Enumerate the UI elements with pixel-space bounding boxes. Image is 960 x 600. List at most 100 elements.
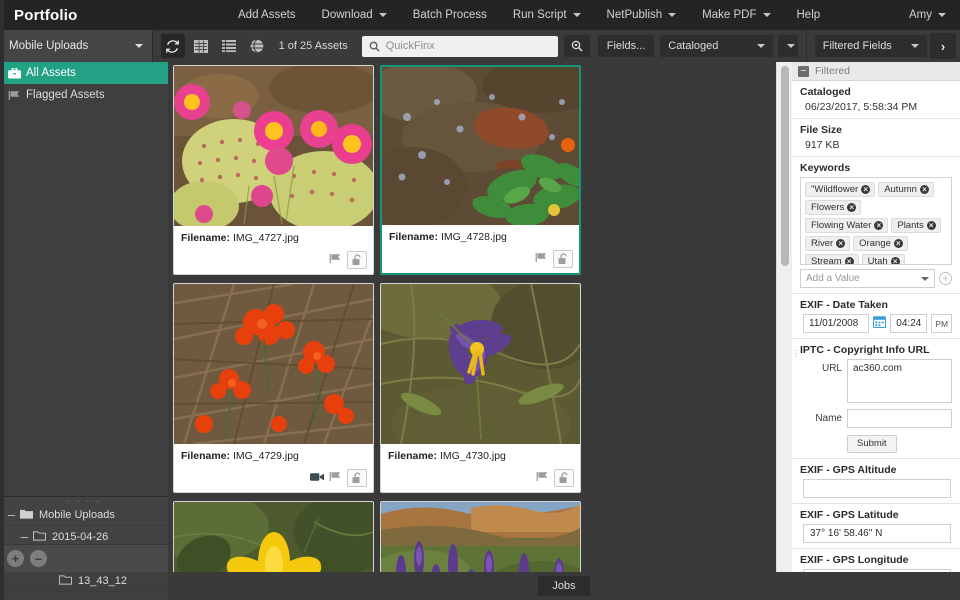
chevron-down-icon (378, 13, 387, 17)
asset-card[interactable]: Filename: IMG_4730.jpg (380, 283, 581, 493)
grid-scrollbar[interactable] (776, 62, 792, 572)
collapse-toggle-icon[interactable]: − (798, 65, 809, 77)
search-input[interactable]: QuickFinx (361, 35, 558, 57)
add-keyword-button[interactable]: + (939, 272, 952, 285)
refresh-icon[interactable] (160, 34, 185, 58)
field-gps-altitude: EXIF - GPS Altitude (792, 459, 960, 504)
sidebar-item-flagged-assets[interactable]: Flagged Assets (0, 84, 168, 106)
collapse-toggle-icon[interactable] (45, 575, 56, 586)
asset-thumbnail[interactable] (174, 502, 373, 572)
asset-thumbnail[interactable] (381, 284, 580, 444)
unlock-icon[interactable] (554, 468, 574, 487)
sort-field-select[interactable]: Cataloged (660, 35, 774, 57)
menu-item-netpublish[interactable]: NetPublish (594, 0, 690, 30)
close-icon[interactable]: × (836, 239, 846, 248)
menu-item-download[interactable]: Download (309, 0, 400, 30)
keyword-chip[interactable]: Flowing Water × (805, 218, 889, 233)
keyword-chip[interactable]: Orange × (853, 236, 908, 251)
menu-item-help[interactable]: Help (784, 0, 834, 30)
name-input[interactable] (847, 409, 952, 428)
panel-resize-handle[interactable]: ⋮ (792, 350, 800, 368)
menu-item-make-pdf[interactable]: Make PDF (689, 0, 783, 30)
video-camera-icon[interactable] (310, 469, 324, 487)
menu-item-add-assets[interactable]: Add Assets (225, 0, 309, 30)
close-icon[interactable]: × (847, 203, 857, 212)
chevron-down-icon[interactable] (921, 276, 929, 281)
flag-icon[interactable] (535, 250, 548, 268)
tree-row[interactable]: – Mobile Uploads (0, 504, 168, 526)
asset-card[interactable]: Filename: IMG_4729.jpg (173, 283, 374, 493)
add-folder-button[interactable]: + (7, 550, 24, 567)
tree-row-label: 13_43_12 (78, 574, 127, 587)
close-icon[interactable]: × (893, 239, 903, 248)
panel-expand-button[interactable]: › (930, 33, 957, 59)
asset-card[interactable]: Filename: IMG_4732.jpg (380, 501, 581, 572)
globe-icon[interactable] (245, 34, 269, 58)
catalog-selector[interactable]: Mobile Uploads (0, 30, 153, 62)
top-menu-bar: Portfolio Add Assets Download Batch Proc… (0, 0, 960, 30)
gps-altitude-input[interactable] (803, 478, 951, 498)
fields-button[interactable]: Fields... (597, 35, 655, 57)
view-toolbar: 1 of 25 Assets (153, 30, 348, 62)
flag-icon[interactable] (536, 469, 549, 487)
keyword-label: Utah (867, 256, 888, 265)
asset-thumbnail[interactable] (381, 502, 580, 572)
grid-view-icon[interactable] (189, 34, 213, 58)
asset-grid[interactable]: Filename: IMG_4727.jpg Filename: IMG_472… (168, 62, 792, 572)
time-input[interactable]: 04:24 (890, 314, 928, 333)
asset-card[interactable]: Filename: IMG_4728.jpg (380, 65, 581, 275)
keyword-chip[interactable]: Flowers × (805, 200, 862, 215)
asset-thumbnail[interactable] (174, 66, 373, 226)
menu-item-batch-process[interactable]: Batch Process (400, 0, 500, 30)
window-left-edge (0, 0, 4, 600)
close-icon[interactable]: × (919, 185, 929, 194)
sidebar-item-all-assets[interactable]: All Assets (0, 62, 168, 84)
gps-latitude-input[interactable]: 37° 16' 58.46" N (803, 523, 951, 543)
flag-icon[interactable] (329, 469, 342, 487)
add-keyword-input[interactable]: Add a Value (800, 269, 935, 288)
url-row: URL ac360.com (800, 359, 952, 403)
user-menu[interactable]: Amy (909, 9, 960, 21)
sort-direction-button[interactable] (778, 35, 798, 57)
collapse-toggle-icon[interactable]: – (6, 508, 17, 521)
keyword-chip[interactable]: Utah × (861, 254, 905, 265)
search-submit-button[interactable] (563, 35, 590, 57)
meridiem-toggle[interactable]: PM (931, 314, 952, 333)
jobs-button[interactable]: Jobs (538, 576, 590, 596)
asset-thumbnail[interactable] (382, 67, 579, 225)
submit-button[interactable]: Submit (847, 434, 897, 453)
grid-scrollbar-thumb[interactable] (781, 66, 789, 266)
keyword-chip[interactable]: River × (805, 236, 851, 251)
remove-folder-button[interactable]: – (30, 550, 47, 567)
menu-item-run-script[interactable]: Run Script (500, 0, 594, 30)
close-icon[interactable]: × (874, 221, 884, 230)
asset-card[interactable]: Filename: IMG_4731.jpg (173, 501, 374, 572)
asset-card[interactable]: Filename: IMG_4727.jpg (173, 65, 374, 275)
menu-label: Download (321, 9, 373, 21)
keyword-chip[interactable]: "Wildflower × (805, 182, 876, 197)
field-gps-latitude: EXIF - GPS Latitude 37° 16' 58.46" N (792, 504, 960, 549)
close-icon[interactable]: × (861, 185, 871, 194)
unlock-icon[interactable] (347, 468, 367, 487)
collapse-toggle-icon[interactable]: – (19, 530, 30, 543)
url-textarea[interactable]: ac360.com (847, 359, 952, 403)
date-input[interactable]: 11/01/2008 (803, 314, 870, 333)
unlock-icon[interactable] (347, 250, 367, 269)
tree-row[interactable]: 13_43_12 (0, 570, 168, 592)
metadata-panel-header[interactable]: − Filtered (792, 62, 960, 81)
panel-resize-handle[interactable]: · · · · (0, 496, 168, 506)
unlock-icon[interactable] (553, 249, 573, 268)
flag-icon[interactable] (329, 251, 342, 269)
keyword-chip[interactable]: Autumn × (878, 182, 934, 197)
list-view-icon[interactable] (217, 34, 241, 58)
menu-label: Make PDF (702, 9, 757, 21)
close-icon[interactable]: × (890, 257, 900, 264)
close-icon[interactable]: × (926, 221, 936, 230)
keyword-chip[interactable]: Stream × (805, 254, 859, 264)
calendar-icon[interactable] (873, 315, 887, 333)
filtered-fields-select[interactable]: Filtered Fields (814, 35, 927, 57)
main-menu: Add Assets Download Batch Process Run Sc… (225, 0, 960, 30)
close-icon[interactable]: × (844, 257, 854, 264)
keyword-chip[interactable]: Plants × (891, 218, 941, 233)
asset-thumbnail[interactable] (174, 284, 373, 444)
